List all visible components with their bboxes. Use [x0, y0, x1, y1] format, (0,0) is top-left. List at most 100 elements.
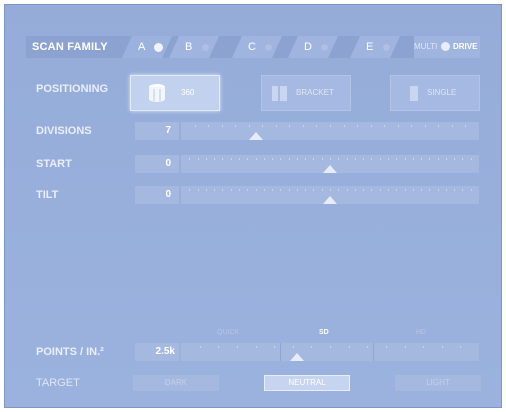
positioning-label: POSITIONING: [36, 83, 109, 95]
points-per-inch-label: POINTS / IN.²: [36, 346, 104, 358]
start-value: 0: [165, 158, 171, 169]
slider-tick: [452, 125, 453, 127]
points-slider-thumb[interactable]: [290, 353, 304, 361]
family-tab-label: E: [366, 41, 374, 53]
family-tab-b[interactable]: B: [169, 36, 219, 58]
slider-tick: [330, 346, 331, 348]
slider-tick: [195, 125, 196, 127]
positioning-bracket-button[interactable]: BRACKET: [261, 75, 351, 111]
toggle-dot: [441, 42, 450, 51]
slider-tick: [235, 125, 236, 127]
slider-tick: [388, 158, 389, 160]
divisions-value: 7: [165, 125, 171, 136]
slider-tick: [208, 125, 209, 127]
slider-tick: [363, 189, 364, 191]
positioning-360-button[interactable]: 360: [130, 75, 220, 111]
divisions-slider-track[interactable]: [181, 122, 479, 140]
slider-tick: [280, 158, 281, 160]
slider-tick: [231, 189, 232, 191]
slider-tick: [330, 158, 331, 160]
slider-tick: [344, 125, 345, 127]
scan-family-bar: SCAN FAMILY A B C D E MULTI DRIVE: [26, 36, 480, 58]
slider-tick: [272, 189, 273, 191]
target-light-button[interactable]: LIGHT: [395, 375, 481, 391]
family-tab-d[interactable]: D: [288, 36, 338, 58]
slider-tick: [218, 346, 219, 348]
slider-tick: [297, 189, 298, 191]
target-label: TARGET: [36, 377, 80, 389]
slider-tick: [313, 158, 314, 160]
slider-tick: [438, 125, 439, 127]
start-value-field[interactable]: 0: [135, 155, 179, 173]
quality-quick-label: QUICK: [217, 329, 240, 336]
tilt-value-field[interactable]: 0: [135, 186, 179, 204]
slider-tick: [371, 189, 372, 191]
family-indicator-dot: [154, 43, 163, 52]
quality-sd-label: SD: [319, 329, 329, 336]
positioning-single-button[interactable]: SINGLE: [390, 75, 480, 111]
slider-tick: [454, 158, 455, 160]
slider-tick: [262, 125, 263, 127]
points-value: 2.5k: [155, 346, 175, 357]
slider-tick: [264, 189, 265, 191]
quality-divider: [373, 343, 374, 361]
slider-tick: [396, 189, 397, 191]
multi-label: MULTI: [414, 42, 438, 51]
slider-tick: [347, 189, 348, 191]
family-tab-e[interactable]: E: [350, 36, 400, 58]
slider-tick: [330, 125, 331, 127]
drive-label: DRIVE: [453, 42, 478, 51]
slider-tick: [256, 346, 257, 348]
slider-tick: [222, 158, 223, 160]
target-neutral-button[interactable]: NEUTRAL: [264, 375, 350, 391]
target-dark-button[interactable]: DARK: [133, 375, 219, 391]
slider-tick: [405, 346, 406, 348]
slider-tick: [446, 158, 447, 160]
family-tab-label: C: [248, 41, 256, 53]
family-tab-label: A: [138, 41, 146, 53]
slider-tick: [256, 158, 257, 160]
points-slider-track[interactable]: [181, 343, 479, 361]
slider-tick: [355, 189, 356, 191]
divisions-slider-thumb[interactable]: [249, 132, 263, 140]
bracket-icon: [270, 83, 290, 108]
slider-tick: [239, 158, 240, 160]
single-panel-icon: [405, 83, 425, 108]
family-indicator-dot: [201, 43, 210, 52]
tilt-label: TILT: [36, 189, 59, 201]
slider-tick: [280, 189, 281, 191]
slider-tick: [380, 189, 381, 191]
family-tab-c[interactable]: C: [232, 36, 282, 58]
slider-tick: [289, 189, 290, 191]
slider-tick: [289, 158, 290, 160]
family-indicator-dot: [382, 43, 391, 52]
slider-tick: [405, 189, 406, 191]
slider-tick: [222, 189, 223, 191]
slider-tick: [198, 189, 199, 191]
slider-tick: [413, 189, 414, 191]
family-tab-label: B: [185, 41, 193, 53]
quality-hd-label: HD: [416, 329, 427, 336]
slider-tick: [322, 189, 323, 191]
divisions-label: DIVISIONS: [36, 125, 92, 137]
slider-tick: [330, 189, 331, 191]
multi-drive-toggle[interactable]: MULTI DRIVE: [414, 36, 480, 58]
slider-tick: [405, 158, 406, 160]
tilt-slider-thumb[interactable]: [323, 196, 337, 204]
family-tab-a[interactable]: A: [122, 36, 172, 58]
family-indicator-dot: [320, 43, 329, 52]
slider-tick: [429, 158, 430, 160]
slider-tick: [380, 158, 381, 160]
family-indicator-dot: [264, 43, 273, 52]
slider-tick: [303, 125, 304, 127]
divisions-value-field[interactable]: 7: [135, 122, 179, 140]
cylinder-360-icon: [147, 83, 167, 108]
start-slider-thumb[interactable]: [323, 165, 337, 173]
scan-settings-panel: SCAN FAMILY A B C D E MULTI DRIVE POSITI…: [4, 4, 502, 408]
points-value-field[interactable]: 2.5k: [135, 343, 179, 361]
slider-tick: [264, 158, 265, 160]
slider-tick: [293, 346, 294, 348]
slider-tick: [322, 158, 323, 160]
slider-tick: [423, 346, 424, 348]
slider-tick: [214, 189, 215, 191]
